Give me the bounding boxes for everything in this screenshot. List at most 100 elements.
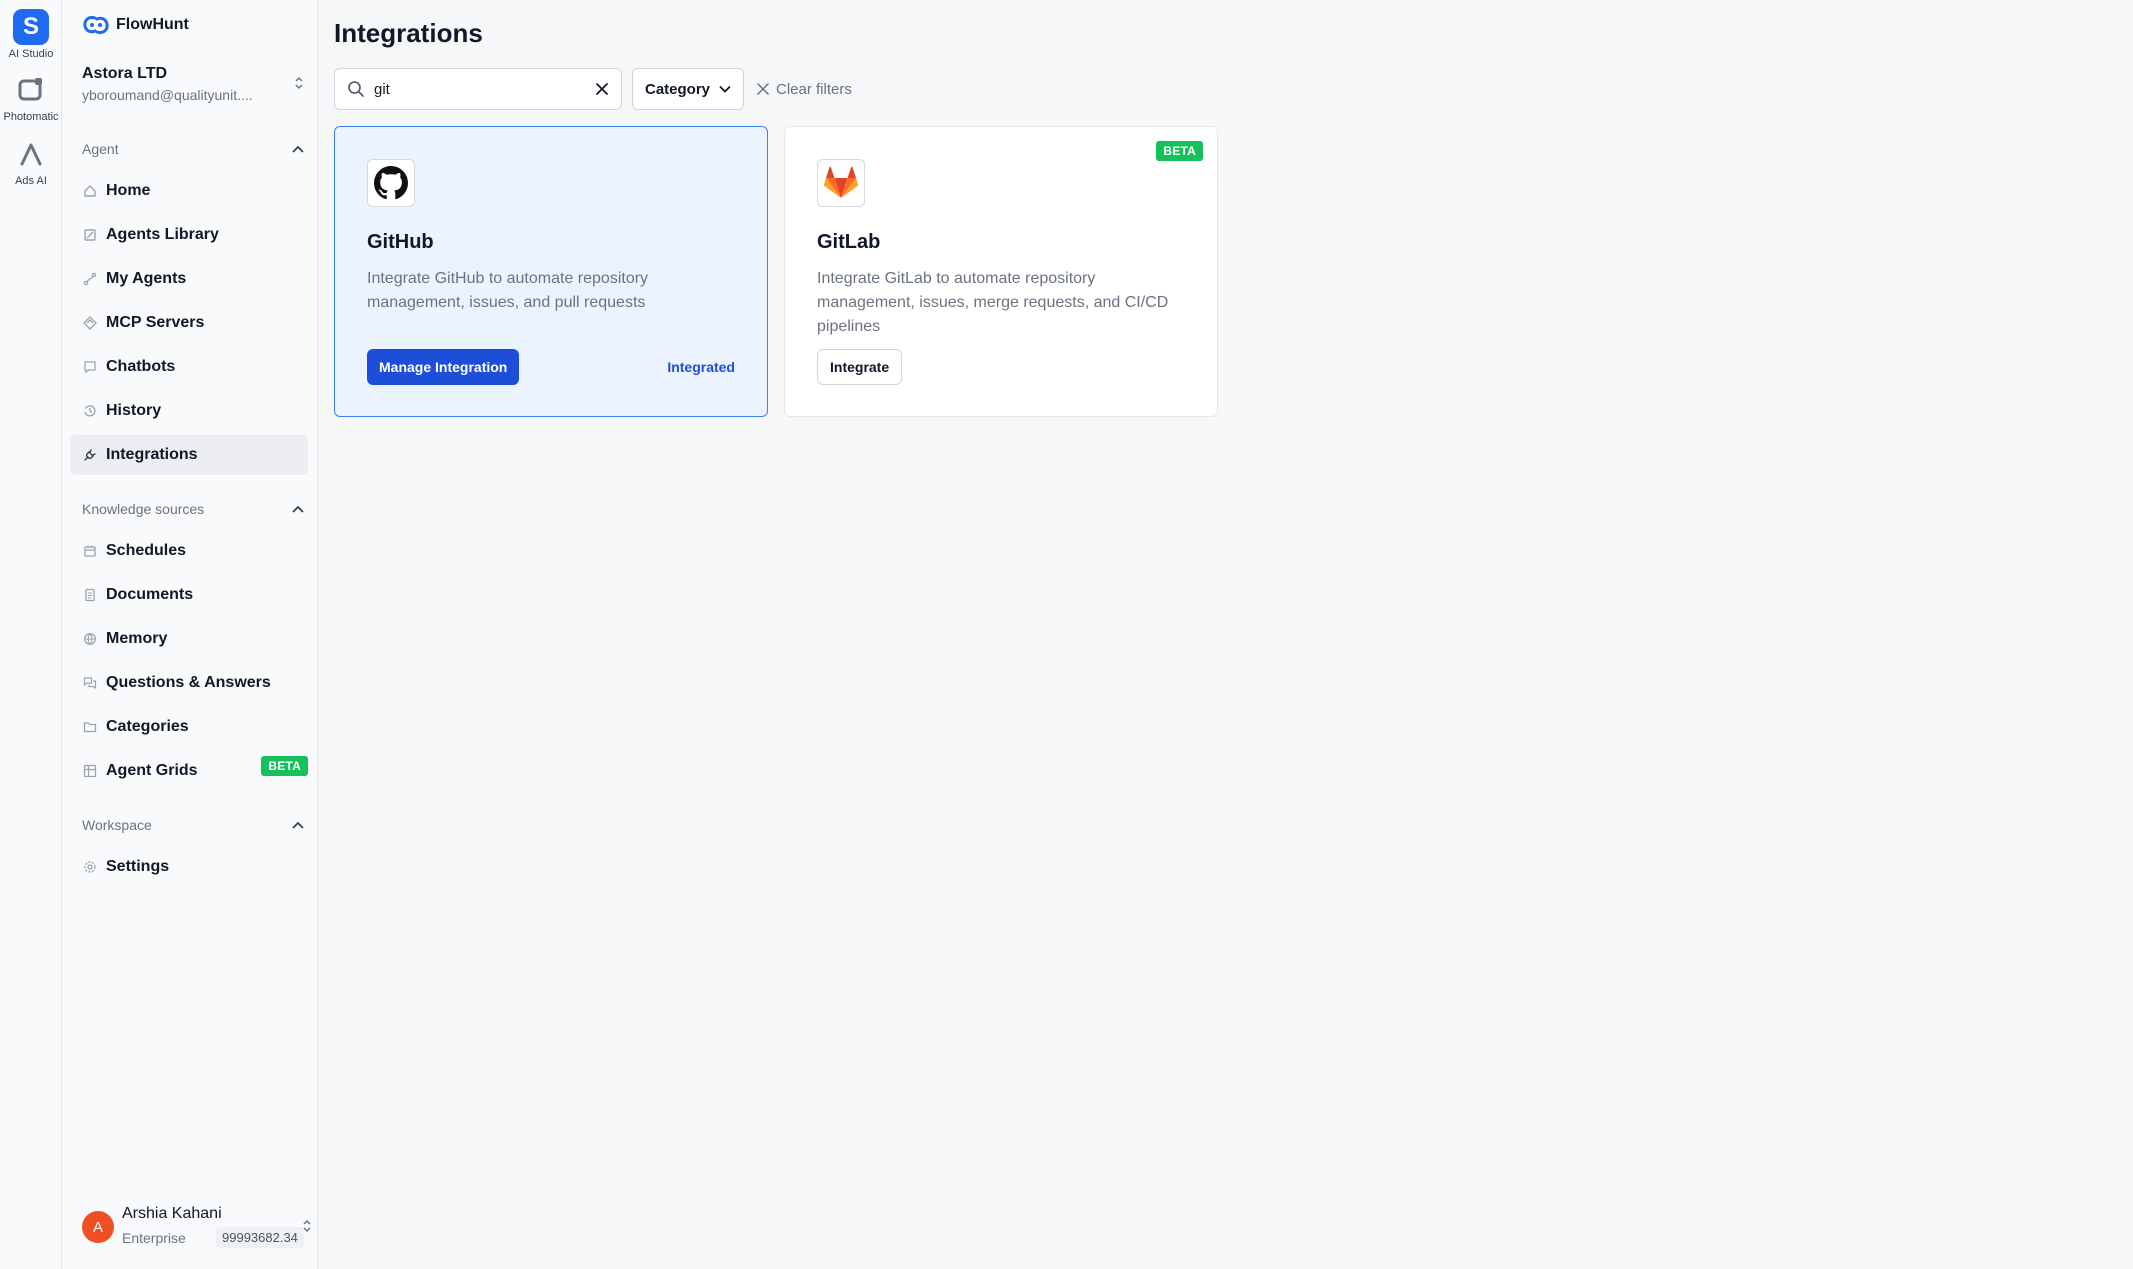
clear-search-icon[interactable] (595, 82, 609, 96)
library-icon (82, 227, 98, 243)
integration-card-github[interactable]: GitHub Integrate GitHub to automate repo… (334, 126, 768, 417)
rail-ads-ai-label: Ads AI (15, 175, 47, 187)
sidebar-item-integrations[interactable]: Integrations (70, 435, 308, 475)
chat-icon (82, 359, 98, 375)
sidebar-item-label: Chatbots (106, 358, 176, 375)
gitlab-icon (823, 166, 859, 198)
sidebar-item-mcp-servers[interactable]: MCP Servers (70, 303, 308, 343)
org-name: Astora LTD (82, 65, 168, 82)
category-filter-dropdown[interactable]: Category (632, 68, 744, 110)
beta-badge: BETA (1156, 141, 1203, 161)
globe-icon (82, 631, 98, 647)
folder-icon (82, 719, 98, 735)
integration-name: GitHub (367, 231, 434, 253)
integration-card-gitlab[interactable]: BETA GitLab Integrate GitLab to automate… (784, 126, 1218, 417)
sidebar-item-label: MCP Servers (106, 314, 205, 331)
integration-description: Integrate GitLab to automate repository … (817, 270, 1169, 335)
app-root: S AI Studio Photomatic Ads AI FlowHunt A… (0, 0, 2133, 1269)
main-content: Integrations Category Clear filters (318, 0, 2133, 1269)
sidebar-item-documents[interactable]: Documents (70, 575, 308, 615)
section-agent-title: Agent (82, 141, 119, 157)
user-menu[interactable]: A Arshia Kahani Enterprise 99993682.34 (82, 1205, 312, 1255)
gitlab-logo-box (817, 159, 865, 207)
rail-ai-studio-label: AI Studio (8, 48, 54, 60)
calendar-icon (82, 543, 98, 559)
document-icon (82, 587, 98, 603)
sidebar-item-label: Schedules (106, 542, 187, 559)
flowhunt-logo-icon (83, 16, 109, 34)
ai-studio-logo-icon: S (13, 9, 49, 45)
gear-icon (82, 859, 98, 875)
sidebar-item-chatbots[interactable]: Chatbots (70, 347, 308, 387)
github-icon (374, 166, 408, 200)
integration-name: GitLab (817, 231, 881, 253)
section-workspace-toggle[interactable]: Workspace (82, 814, 304, 836)
sidebar-item-home[interactable]: Home (70, 171, 308, 211)
sidebar-item-label: Memory (106, 630, 168, 647)
sidebar-item-my-agents[interactable]: My Agents (70, 259, 308, 299)
sidebar-item-label: Categories (106, 718, 189, 735)
qa-icon (82, 675, 98, 691)
sidebar-item-agents-library[interactable]: Agents Library (70, 215, 308, 255)
rail-photomatic[interactable]: Photomatic (0, 72, 62, 123)
plug-icon (82, 447, 98, 463)
search-icon (348, 81, 364, 97)
sidebar-item-label: Agent Grids (106, 762, 198, 779)
sidebar-item-label: Documents (106, 586, 194, 603)
sidebar-item-label: Questions & Answers (106, 674, 271, 691)
chevron-up-icon (292, 145, 304, 153)
chevron-down-icon (719, 85, 731, 93)
chevron-up-icon (292, 821, 304, 829)
sidebar-item-schedules[interactable]: Schedules (70, 531, 308, 571)
integration-description: Integrate GitHub to automate repository … (367, 270, 649, 311)
search-input[interactable] (374, 80, 595, 98)
home-icon (82, 183, 98, 199)
history-icon (82, 403, 98, 419)
user-credits: 99993682.34 (216, 1227, 304, 1248)
section-knowledge-title: Knowledge sources (82, 501, 205, 517)
close-icon (757, 83, 769, 95)
brand-name: FlowHunt (116, 16, 189, 33)
rail-ai-studio[interactable]: S AI Studio (0, 9, 62, 60)
ads-ai-icon (13, 136, 49, 172)
photomatic-icon (13, 72, 49, 108)
github-logo-box (367, 159, 415, 207)
user-plan: Enterprise (122, 1230, 186, 1246)
rail-photomatic-label: Photomatic (3, 111, 59, 123)
section-agent-toggle[interactable]: Agent (82, 138, 304, 160)
app-rail: S AI Studio Photomatic Ads AI (0, 0, 62, 1269)
sidebar-item-label: My Agents (106, 270, 187, 287)
page-title: Integrations (334, 18, 483, 48)
section-knowledge-toggle[interactable]: Knowledge sources (82, 498, 304, 520)
sidebar-item-label: Home (106, 182, 151, 199)
brand[interactable]: FlowHunt (82, 14, 189, 36)
sidebar-item-agent-grids[interactable]: Agent Grids BETA (70, 751, 308, 791)
integration-status-link[interactable]: Integrated (667, 359, 735, 375)
section-workspace-title: Workspace (82, 817, 152, 833)
beta-badge: BETA (261, 756, 308, 776)
avatar: A (82, 1211, 114, 1243)
org-email: yboroumand@qualityunit.... (82, 87, 253, 103)
sidebar-item-categories[interactable]: Categories (70, 707, 308, 747)
clear-filters-label: Clear filters (776, 80, 852, 98)
integrate-button[interactable]: Integrate (817, 349, 903, 385)
sidebar: FlowHunt Astora LTD yboroumand@qualityun… (62, 0, 318, 1269)
sidebar-item-label: Integrations (106, 446, 198, 463)
grid-icon (82, 763, 98, 779)
chevron-updown-icon (303, 1219, 311, 1233)
sidebar-item-settings[interactable]: Settings (70, 847, 308, 887)
sidebar-item-memory[interactable]: Memory (70, 619, 308, 659)
org-switcher[interactable]: Astora LTD yboroumand@qualityunit.... (82, 65, 304, 103)
sidebar-item-questions-answers[interactable]: Questions & Answers (70, 663, 308, 703)
sidebar-item-history[interactable]: History (70, 391, 308, 431)
clear-filters-button[interactable]: Clear filters (756, 68, 852, 110)
mcp-icon (82, 315, 98, 331)
rail-ads-ai[interactable]: Ads AI (0, 136, 62, 187)
manage-integration-button[interactable]: Manage Integration (367, 349, 520, 385)
user-name: Arshia Kahani (122, 1205, 222, 1222)
sidebar-item-label: Settings (106, 858, 170, 875)
sidebar-item-label: Agents Library (106, 226, 219, 243)
sidebar-item-label: History (106, 402, 162, 419)
chevron-up-icon (292, 505, 304, 513)
chevron-updown-icon (295, 76, 303, 90)
